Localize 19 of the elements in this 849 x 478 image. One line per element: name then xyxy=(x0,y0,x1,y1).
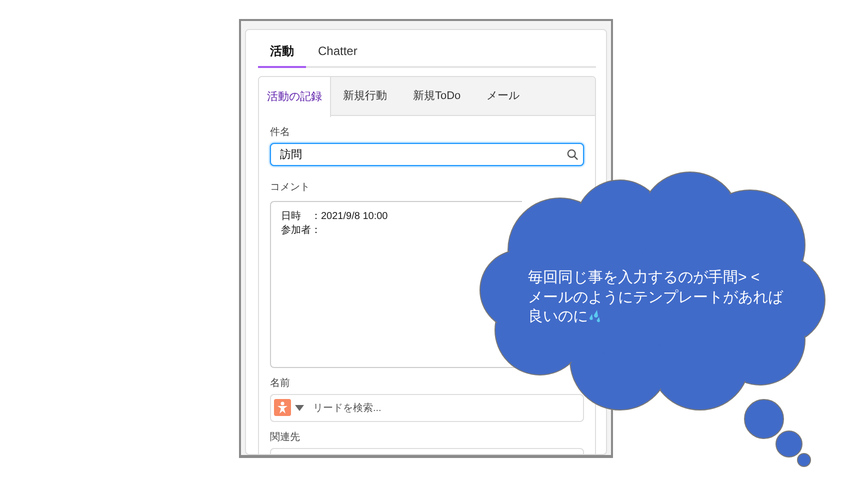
thought-text-line: 良いのに xyxy=(528,307,602,326)
sub-tab[interactable]: 新規ToDo xyxy=(401,77,475,115)
search-icon xyxy=(567,149,578,160)
lead-search-field[interactable]: リードを検索... xyxy=(270,394,584,422)
thought-text-line: 毎回同じ事を入力するのが手間> < xyxy=(528,268,760,288)
lead-icon xyxy=(274,399,291,416)
field-label: 関連先 xyxy=(270,430,301,445)
sub-tab[interactable]: 活動の記録 xyxy=(259,77,331,117)
field-label: 件名 xyxy=(270,126,291,140)
caret-icon[interactable] xyxy=(295,405,304,411)
sub-tab[interactable]: メール xyxy=(474,77,534,115)
droplets-icon xyxy=(588,309,602,323)
field-label: コメント xyxy=(270,181,311,195)
tab[interactable]: Chatter xyxy=(306,38,370,68)
sub-tab[interactable]: 新規行動 xyxy=(331,77,401,115)
thought-text-line: メールのようにテンプレートがあれば xyxy=(528,288,783,307)
field-label: 名前 xyxy=(270,377,291,391)
tab[interactable]: 活動 xyxy=(258,38,306,68)
subject-field[interactable]: 訪問 xyxy=(270,143,584,166)
